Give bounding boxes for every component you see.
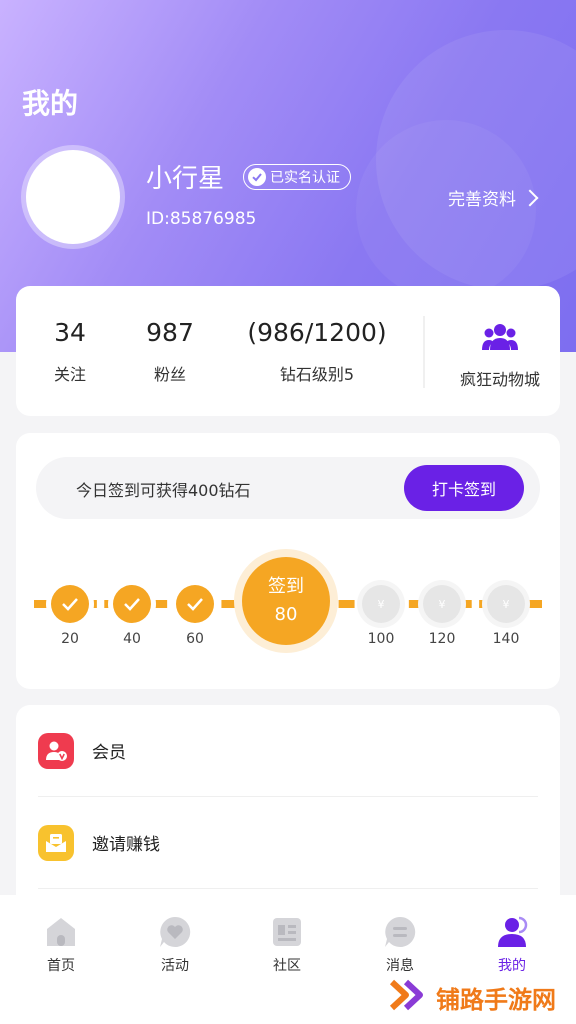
tab-label: 我的 xyxy=(498,958,526,974)
tab-label: 活动 xyxy=(161,958,189,974)
followers-label: 粉丝 xyxy=(153,365,186,384)
double-chevron-logo-icon xyxy=(388,978,430,1016)
tab-profile[interactable]: 我的 xyxy=(477,915,547,975)
user-id: ID:85876985 xyxy=(146,209,257,229)
coin-icon: ¥ xyxy=(487,585,525,623)
diamond-level-stat[interactable]: (986/1200) 钻石级别5 xyxy=(232,318,402,385)
home-icon xyxy=(44,915,78,949)
signin-day-value: 140 xyxy=(492,631,520,647)
profile-icon xyxy=(495,915,529,949)
checkin-button[interactable]: 打卡签到 xyxy=(404,465,524,511)
coin-icon: ¥ xyxy=(362,585,400,623)
group-icon xyxy=(482,322,518,352)
menu-item-label: 会员 xyxy=(92,743,126,763)
check-circle-icon xyxy=(176,585,214,623)
today-signin-label: 签到 xyxy=(268,576,304,597)
divider xyxy=(423,316,425,388)
check-circle-icon xyxy=(51,585,89,623)
following-count: 34 xyxy=(54,318,86,347)
heart-chat-icon xyxy=(158,915,192,949)
community-icon xyxy=(270,915,304,949)
menu-item-invite[interactable]: 邀请赚钱 xyxy=(38,797,538,889)
menu-item-vip[interactable]: 会员 xyxy=(38,705,538,797)
today-signin[interactable]: 签到 80 xyxy=(234,549,338,653)
tab-activity[interactable]: 活动 xyxy=(140,915,210,975)
diamond-level-label: 钻石级别5 xyxy=(279,365,355,384)
stats-card: 34 关注 987 粉丝 (986/1200) 钻石级别5 疯狂动物城 xyxy=(16,286,560,416)
edit-profile-link[interactable]: 完善资料 xyxy=(448,185,539,210)
following-stat[interactable]: 34 关注 xyxy=(46,318,94,385)
message-icon xyxy=(383,915,417,949)
signin-card: 今日签到可获得400钻石 打卡签到 20 40 60 签到 80 ¥ 100 ¥… xyxy=(16,433,560,689)
avatar[interactable] xyxy=(26,150,120,244)
coin-icon: ¥ xyxy=(423,585,461,623)
username: 小行星 xyxy=(146,164,225,194)
check-circle-icon xyxy=(113,585,151,623)
watermark: 铺路手游网 xyxy=(388,978,556,1016)
signin-day: 40 xyxy=(112,585,152,647)
signin-day: ¥ 140 xyxy=(486,585,526,647)
page-title: 我的 xyxy=(22,87,79,120)
today-signin-value: 80 xyxy=(274,604,298,625)
watermark-text: 铺路手游网 xyxy=(436,985,556,1014)
envelope-icon xyxy=(38,824,74,861)
checkmark-icon xyxy=(248,168,266,186)
signin-day: 60 xyxy=(175,585,215,647)
mall-entry[interactable]: 疯狂动物城 xyxy=(450,322,550,390)
menu-item-label: 邀请赚钱 xyxy=(92,835,160,855)
signin-hint: 今日签到可获得400钻石 xyxy=(76,481,251,500)
signin-bar: 今日签到可获得400钻石 打卡签到 xyxy=(36,457,540,519)
vip-user-icon xyxy=(38,732,74,769)
signin-day: ¥ 120 xyxy=(422,585,462,647)
tab-label: 首页 xyxy=(47,958,75,974)
signin-day: ¥ 100 xyxy=(361,585,401,647)
tab-label: 社区 xyxy=(273,958,301,974)
signin-day-value: 120 xyxy=(428,631,456,647)
chevron-right-icon xyxy=(521,189,539,206)
signin-day-value: 60 xyxy=(186,631,204,647)
tab-home[interactable]: 首页 xyxy=(26,915,96,975)
signin-day-value: 20 xyxy=(61,631,79,647)
signin-day-value: 100 xyxy=(367,631,395,647)
followers-stat[interactable]: 987 粉丝 xyxy=(140,318,200,385)
edit-profile-label: 完善资料 xyxy=(448,190,516,210)
mall-label: 疯狂动物城 xyxy=(459,370,540,389)
followers-count: 987 xyxy=(146,318,194,347)
following-label: 关注 xyxy=(53,365,86,384)
verified-badge: 已实名认证 xyxy=(243,164,351,190)
tab-messages[interactable]: 消息 xyxy=(365,915,435,975)
signin-day: 20 xyxy=(50,585,90,647)
signin-day-value: 40 xyxy=(123,631,141,647)
verified-badge-label: 已实名认证 xyxy=(270,170,340,186)
tab-label: 消息 xyxy=(386,958,414,974)
diamond-progress: (986/1200) xyxy=(247,318,387,347)
tab-community[interactable]: 社区 xyxy=(252,915,322,975)
decorative-circle xyxy=(356,120,536,300)
